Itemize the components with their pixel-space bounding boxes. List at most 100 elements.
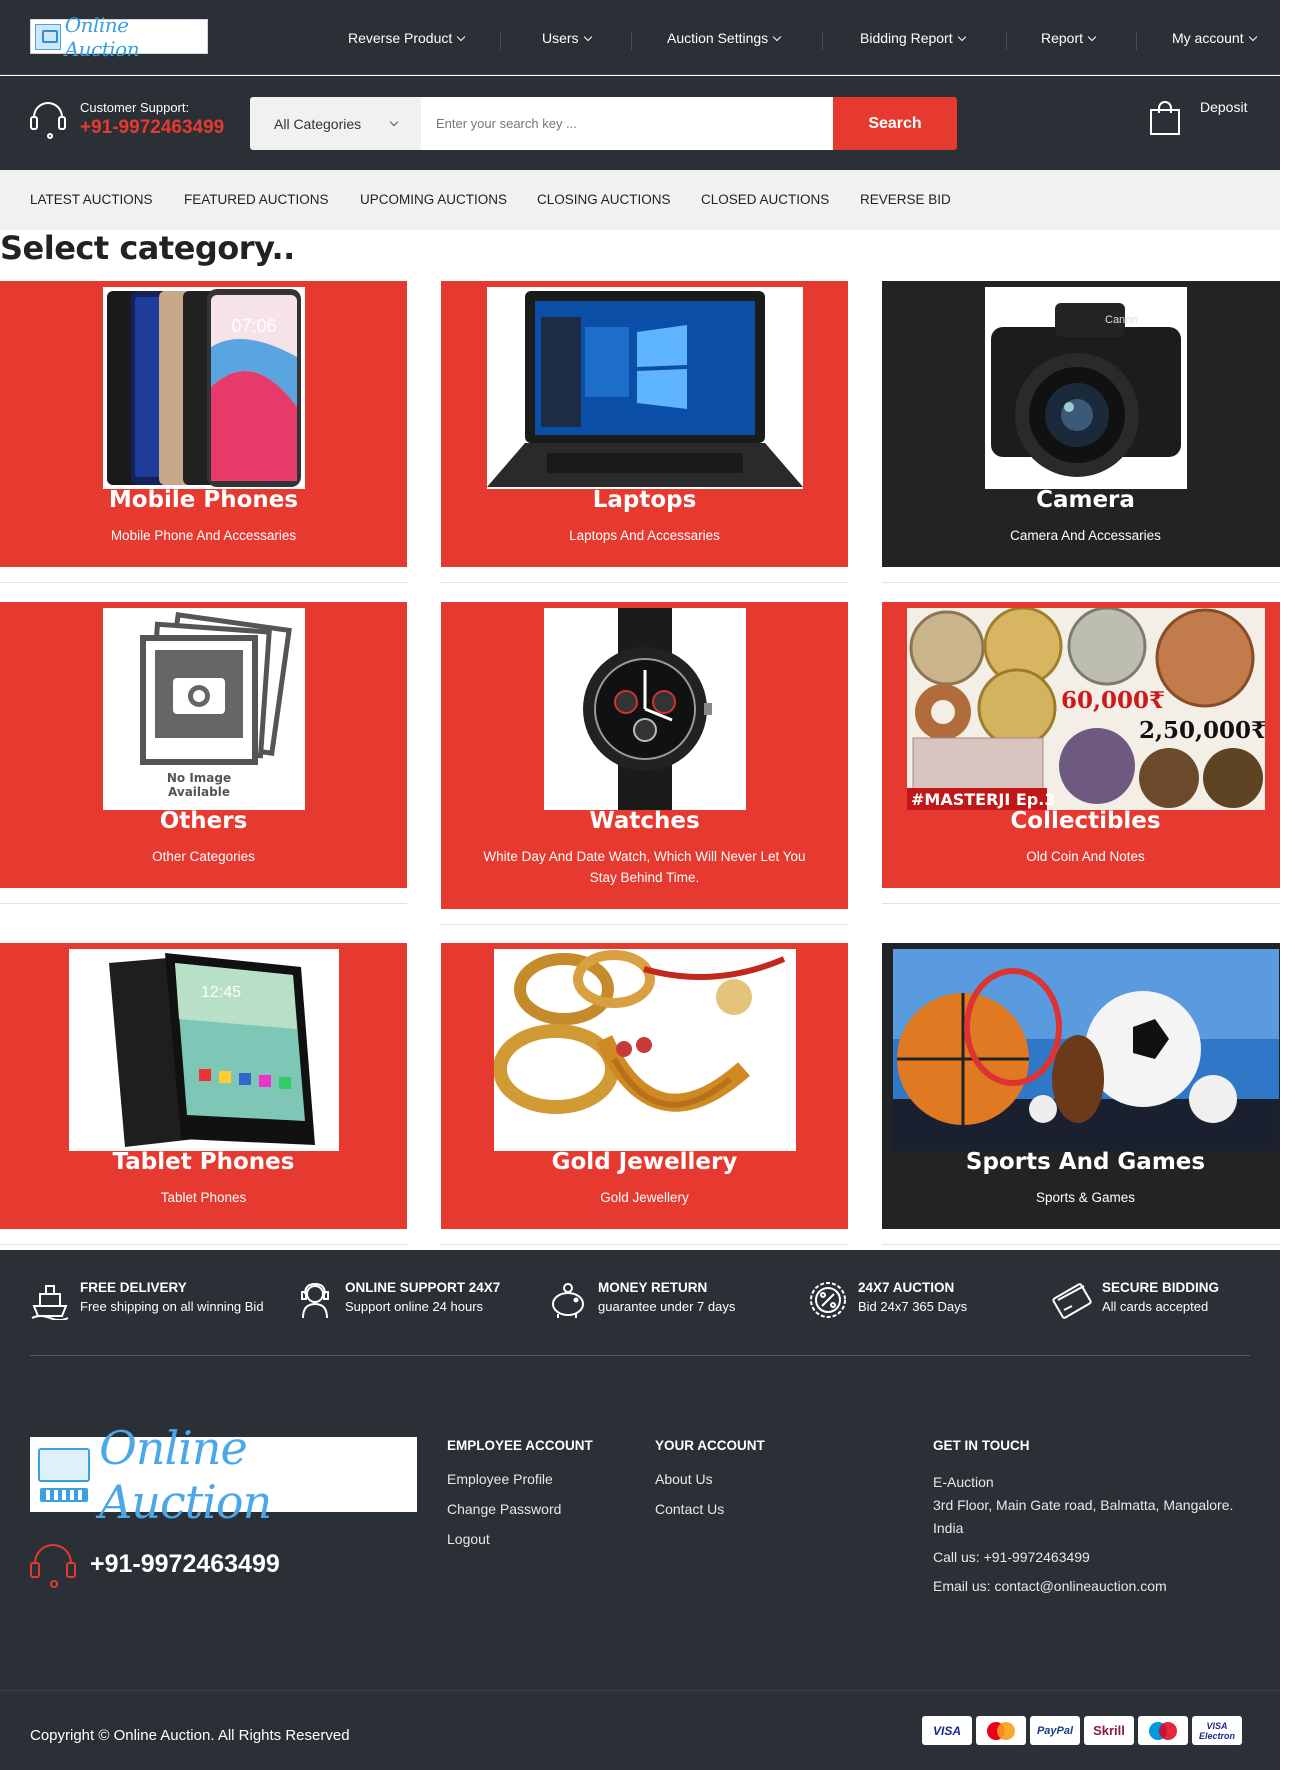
tab-featured-auctions[interactable]: Featured Auctions — [184, 192, 329, 207]
search-form: All Categories Search — [250, 97, 957, 150]
maestro-icon — [1138, 1716, 1188, 1745]
category-description: Tablet Phones — [160, 1190, 247, 1205]
search-button[interactable]: Search — [833, 97, 957, 150]
employee-profile-link[interactable]: Employee Profile — [447, 1471, 593, 1487]
category-description: Laptops And Accessaries — [569, 528, 720, 543]
no-image-placeholder: No Image Available — [102, 608, 305, 810]
contact-us-link[interactable]: Contact Us — [655, 1501, 765, 1517]
gavel-computer-icon — [34, 1442, 93, 1508]
no-image-text: No Image — [166, 771, 230, 785]
mobile-phones-image: 07:06 — [102, 287, 305, 489]
nav-report[interactable]: Report — [1041, 30, 1097, 46]
category-name: Tablet Phones — [112, 1149, 295, 1175]
company-name: E-Auction — [933, 1474, 994, 1490]
mastercard-icon — [976, 1716, 1026, 1745]
company-address: 3rd Floor, Main Gate road, Balmatta, Man… — [933, 1497, 1234, 1536]
footer-logo[interactable]: Online Auction — [30, 1421, 417, 1529]
category-name: Watches — [589, 808, 700, 834]
call-us[interactable]: Call us: +91-9972463499 — [933, 1546, 1243, 1569]
svg-text:Canon: Canon — [1105, 314, 1137, 326]
paypal-icon: PayPal — [1030, 1716, 1080, 1745]
headset-icon — [30, 98, 68, 139]
footer-employee-account: Employee Account Employee Profile Change… — [447, 1438, 593, 1547]
nav-bidding-report[interactable]: Bidding Report — [860, 30, 966, 46]
category-name: Mobile Phones — [108, 487, 299, 513]
category-card-others[interactable]: No Image Available Others Other Categori… — [0, 602, 407, 888]
footer-your-account: Your Account About Us Contact Us — [655, 1438, 765, 1517]
jewellery-image — [493, 949, 796, 1151]
category-card-gold-jewellery[interactable]: Gold Jewellery Gold Jewellery — [441, 943, 848, 1229]
deposit-link[interactable]: Deposit — [1150, 93, 1247, 135]
category-description: Other Categories — [152, 849, 255, 864]
tablet-image: 12:45 — [68, 949, 339, 1151]
chevron-down-icon — [957, 32, 966, 42]
feature-online-support: Online Support 24x7 Support online 24 hou… — [295, 1280, 500, 1320]
site-logo[interactable]: Online Auction — [30, 13, 208, 61]
percent-badge-icon — [808, 1280, 848, 1320]
category-description: White Day And Date Watch, Which Will Nev… — [483, 849, 806, 885]
category-card-watches[interactable]: Watches White Day And Date Watch, Which … — [441, 602, 848, 909]
category-card-collectibles[interactable]: 60,000₹ 2,50,000₹ #MASTERJI Ep.3 Collect… — [882, 602, 1289, 888]
category-name: Collectibles — [1010, 808, 1161, 834]
camera-image: Canon — [984, 287, 1187, 489]
tab-closed-auctions[interactable]: Closed Auctions — [701, 192, 829, 207]
top-navbar: Online Auction Reverse Product Users Auc… — [0, 0, 1280, 75]
category-name: Others — [159, 808, 248, 834]
nav-reverse-product[interactable]: Reverse Product — [348, 30, 466, 46]
category-card-mobile-phones[interactable]: 07:06 Mobile Phones Mobile Phone And Acc… — [0, 281, 407, 567]
credit-card-icon — [1052, 1280, 1092, 1320]
svg-text:12:45: 12:45 — [201, 984, 241, 1001]
logout-link[interactable]: Logout — [447, 1531, 593, 1547]
footer-phone[interactable]: +91-9972463499 — [30, 1540, 280, 1588]
category-description: Sports & Games — [1035, 1190, 1136, 1205]
piggy-bank-icon — [548, 1280, 588, 1320]
chevron-down-icon — [1248, 32, 1257, 42]
chevron-down-icon — [457, 32, 466, 42]
feature-money-return: Money Return guarantee under 7 days — [548, 1280, 735, 1320]
customer-support: Customer Support: +91-9972463499 — [30, 98, 224, 139]
category-description: Camera And Accessaries — [1010, 528, 1161, 543]
email-us[interactable]: Email us: contact@onlineauction.com — [933, 1575, 1243, 1598]
nav-my-account[interactable]: My account — [1172, 30, 1257, 46]
category-name: Sports And Games — [965, 1149, 1206, 1175]
tab-latest-auctions[interactable]: Latest Auctions — [30, 192, 153, 207]
change-password-link[interactable]: Change Password — [447, 1501, 593, 1517]
footer-get-in-touch: Get In Touch E-Auction 3rd Floor, Main G… — [933, 1438, 1243, 1598]
page-title: Select category.. — [0, 229, 295, 267]
category-name: Gold Jewellery — [551, 1149, 738, 1175]
tab-upcoming-auctions[interactable]: Upcoming Auctions — [360, 192, 507, 207]
footer-logo-text: Online Auction — [99, 1420, 272, 1529]
site-footer: Free Delivery Free shipping on all winnin… — [0, 1250, 1280, 1690]
nav-users[interactable]: Users — [542, 30, 592, 46]
coins-image: 60,000₹ 2,50,000₹ #MASTERJI Ep.3 — [906, 608, 1265, 810]
category-card-sports-and-games[interactable]: Sports And Games Sports & Games — [882, 943, 1289, 1229]
category-select[interactable]: All Categories — [250, 97, 421, 150]
search-input[interactable] — [421, 97, 833, 150]
coin-value-1: 60,000₹ — [1061, 687, 1165, 714]
headset-icon — [30, 1540, 78, 1588]
category-card-tablet-phones[interactable]: 12:45 Tablet Phones Tablet Phones — [0, 943, 407, 1229]
category-description: Gold Jewellery — [600, 1190, 689, 1205]
about-us-link[interactable]: About Us — [655, 1471, 765, 1487]
category-card-laptops[interactable]: Laptops Laptops And Accessaries — [441, 281, 848, 567]
payment-methods: VISA PayPal Skrill VISA Electron — [922, 1716, 1246, 1745]
laptops-image — [486, 287, 803, 489]
support-agent-icon — [295, 1280, 335, 1320]
tab-closing-auctions[interactable]: Closing Auctions — [537, 192, 671, 207]
copyright-text: Copyright © Online Auction. All Rights R… — [30, 1727, 350, 1744]
deposit-label: Deposit — [1200, 99, 1248, 115]
tab-reverse-bid[interactable]: Reverse Bid — [860, 192, 951, 207]
ship-icon — [30, 1280, 70, 1321]
skrill-icon: Skrill — [1084, 1716, 1134, 1745]
feature-secure-bidding: Secure Bidding All cards accepted — [1052, 1280, 1219, 1320]
chevron-down-icon — [772, 32, 782, 42]
visa-icon: VISA — [922, 1716, 972, 1745]
chevron-down-icon — [1087, 32, 1097, 42]
category-description: Mobile Phone And Accessaries — [110, 528, 297, 543]
auction-tabs: Latest Auctions Featured Auctions Upcomi… — [0, 170, 1280, 230]
support-phone[interactable]: +91-9972463499 — [80, 117, 224, 139]
coin-value-2: 2,50,000₹ — [1139, 717, 1265, 744]
nav-auction-settings[interactable]: Auction Settings — [667, 30, 782, 46]
chevron-down-icon — [583, 32, 592, 42]
category-card-camera[interactable]: Canon Camera Camera And Accessaries — [882, 281, 1289, 567]
